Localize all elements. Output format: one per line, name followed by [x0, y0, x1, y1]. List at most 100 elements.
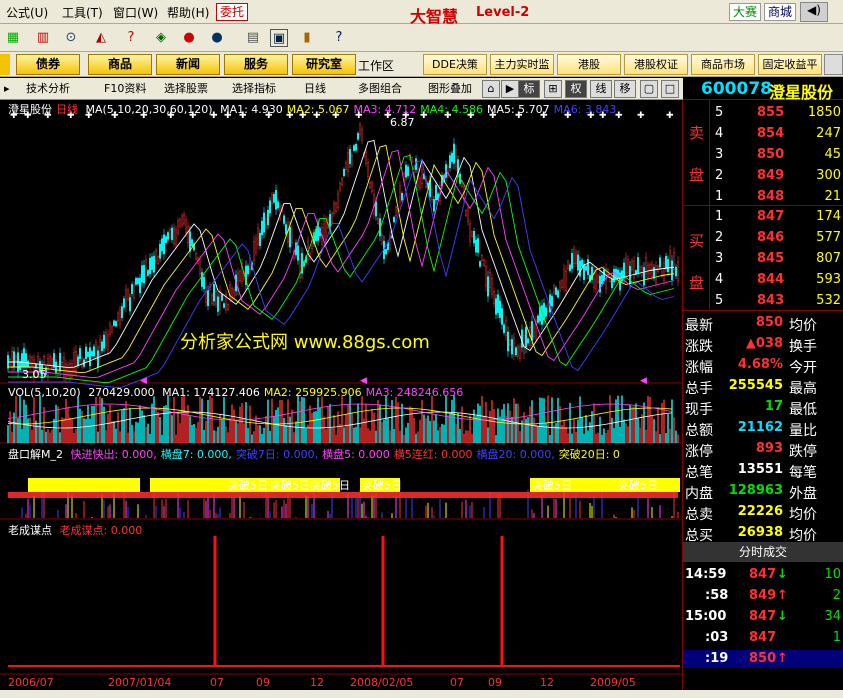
candle-body: [25, 353, 28, 368]
sell-row[interactable]: 2 849 300: [683, 165, 843, 186]
dde-button[interactable]: DDE决策: [423, 54, 487, 75]
buy-row[interactable]: 5 843 532: [683, 290, 843, 311]
candle-body: [553, 285, 556, 294]
scroll-right-button[interactable]: [824, 54, 843, 75]
tab-select-stock[interactable]: 选择股票: [164, 80, 208, 98]
candle-body: [252, 241, 255, 261]
ind1-item-1: 快进快出: 0.000,: [70, 448, 157, 461]
grid-icon[interactable]: ▦: [4, 29, 22, 47]
candle-body: [371, 182, 374, 192]
tab-multi-chart[interactable]: 多图组合: [358, 80, 402, 98]
lock-icon[interactable]: ⌂: [482, 80, 500, 98]
buy-row[interactable]: 2 846 577: [683, 227, 843, 248]
contest-button[interactable]: 大赛: [729, 3, 762, 21]
books-icon[interactable]: ▮: [298, 29, 316, 47]
candle-body: [407, 166, 410, 176]
sell-row[interactable]: 5 855 1850: [683, 102, 843, 123]
restore-icon[interactable]: ▢: [640, 80, 658, 98]
candle-body: [465, 210, 468, 216]
maximize-icon[interactable]: □: [661, 80, 679, 98]
tab-overlay[interactable]: 图形叠加: [428, 80, 472, 98]
mark-button[interactable]: 标: [518, 80, 540, 98]
menu-help[interactable]: 帮助(H): [167, 4, 209, 21]
stat-value: 22226: [737, 504, 783, 519]
help-icon[interactable]: ?: [330, 29, 348, 47]
vol-ma-1: MA1: 174127.406: [162, 386, 260, 399]
f10-icon[interactable]: ●: [208, 29, 226, 47]
window-icon[interactable]: ▣: [270, 29, 288, 47]
vol-legend: VOL(5,10,20) 270429.000 MA1: 174127.406 M…: [8, 386, 471, 399]
candle-body: [347, 152, 350, 172]
candle-body: [232, 289, 235, 299]
research-button[interactable]: 研究室: [292, 54, 356, 75]
stat-key2: 跌停: [789, 444, 817, 460]
sell-row[interactable]: 1 848 21: [683, 186, 843, 207]
sell-row[interactable]: 3 850 45: [683, 144, 843, 165]
candle-body: [393, 216, 396, 223]
tab-tech-analysis[interactable]: 技术分析: [26, 80, 70, 98]
order-button[interactable]: 委托: [216, 3, 249, 21]
tab-daily[interactable]: 日线: [304, 80, 326, 98]
flag-icon[interactable]: ●: [180, 29, 198, 47]
tick-time: :58: [705, 588, 729, 603]
candle-body: [555, 287, 558, 295]
megaphone-icon[interactable]: ◭: [92, 29, 110, 47]
candle-body: [80, 357, 83, 368]
menu-tools[interactable]: 工具(T): [62, 4, 103, 21]
level: 2: [715, 230, 724, 245]
x-tick-label: 07: [210, 676, 224, 689]
tick-time: 14:59: [685, 567, 727, 582]
speaker-icon[interactable]: ◀): [800, 2, 828, 22]
candle-body: [569, 264, 572, 272]
move-button[interactable]: 移: [614, 80, 636, 98]
buy-row[interactable]: 1 847 174: [683, 206, 843, 227]
play-icon[interactable]: ▶: [501, 80, 519, 98]
commodity-button[interactable]: 商品: [88, 54, 152, 75]
candle-body: [134, 277, 137, 285]
candle-body: [595, 270, 598, 289]
chart-area[interactable]: ✚ ✚ ✚ ✚ ✚ ✚ ✚ ✚ ✚ ✚ ✚ ✚ ✚ ✚ ✚ ✚ ✚ ✚ ✚ ✚ ✚ ✚ ✚ ✚ ✚ ✚ ✚ ✚ ✚ ✚ ✚ ✚ 突破5日 突破5日…: [0, 100, 683, 690]
commodity-market-button[interactable]: 商品市场: [691, 54, 755, 75]
candle-body: [112, 320, 115, 326]
tab-f10[interactable]: F10资料: [104, 80, 146, 98]
monitor-button[interactable]: 主力实时监控: [490, 54, 554, 75]
line-button[interactable]: 线: [590, 80, 612, 98]
candle-body: [200, 272, 203, 287]
ind1-red-band: [8, 492, 678, 498]
buy-row[interactable]: 4 844 593: [683, 269, 843, 290]
chart-icon[interactable]: ▤: [244, 29, 262, 47]
workspace-label[interactable]: 工作区: [358, 57, 394, 74]
crosshair-button[interactable]: ⊞: [544, 80, 562, 98]
question-icon[interactable]: ?: [122, 29, 140, 47]
fixed-income-button[interactable]: 固定收益平台: [758, 54, 822, 75]
candle-body: [603, 269, 606, 282]
buy-row[interactable]: 3 845 807: [683, 248, 843, 269]
candle-body: [515, 347, 518, 356]
tab-select-indicator[interactable]: 选择指标: [232, 80, 276, 98]
period-marker: ◀: [360, 376, 367, 386]
scroll-icon[interactable]: ◈: [152, 29, 170, 47]
tab-menu-icon[interactable]: ▸: [4, 80, 10, 98]
candle-body: [527, 338, 530, 344]
sell-row[interactable]: 4 854 247: [683, 123, 843, 144]
bars-icon[interactable]: ▥: [34, 29, 52, 47]
menu-formula[interactable]: 公式(U): [6, 4, 48, 21]
candle-body: [110, 326, 113, 333]
menu-window[interactable]: 窗口(W): [113, 4, 158, 21]
ticks-title[interactable]: 分时成交: [683, 542, 843, 562]
news-button[interactable]: 新闻: [156, 54, 220, 75]
ma-value-5: MA5: 5.707: [486, 103, 550, 116]
candle-body: [501, 308, 504, 325]
stat-key: 总额: [685, 423, 713, 439]
service-button[interactable]: 服务: [224, 54, 288, 75]
price: 854: [757, 126, 785, 141]
hk-button[interactable]: 港股: [557, 54, 621, 75]
candle-body: [271, 194, 274, 204]
rights-button[interactable]: 权: [565, 80, 587, 98]
price: 850: [757, 147, 785, 162]
hk-warrant-button[interactable]: 港股权证: [624, 54, 688, 75]
candle-body: [567, 261, 570, 269]
mall-button[interactable]: 商城: [764, 3, 797, 21]
bond-button[interactable]: 债券: [16, 54, 80, 75]
binoculars-icon[interactable]: ⊙: [62, 29, 80, 47]
